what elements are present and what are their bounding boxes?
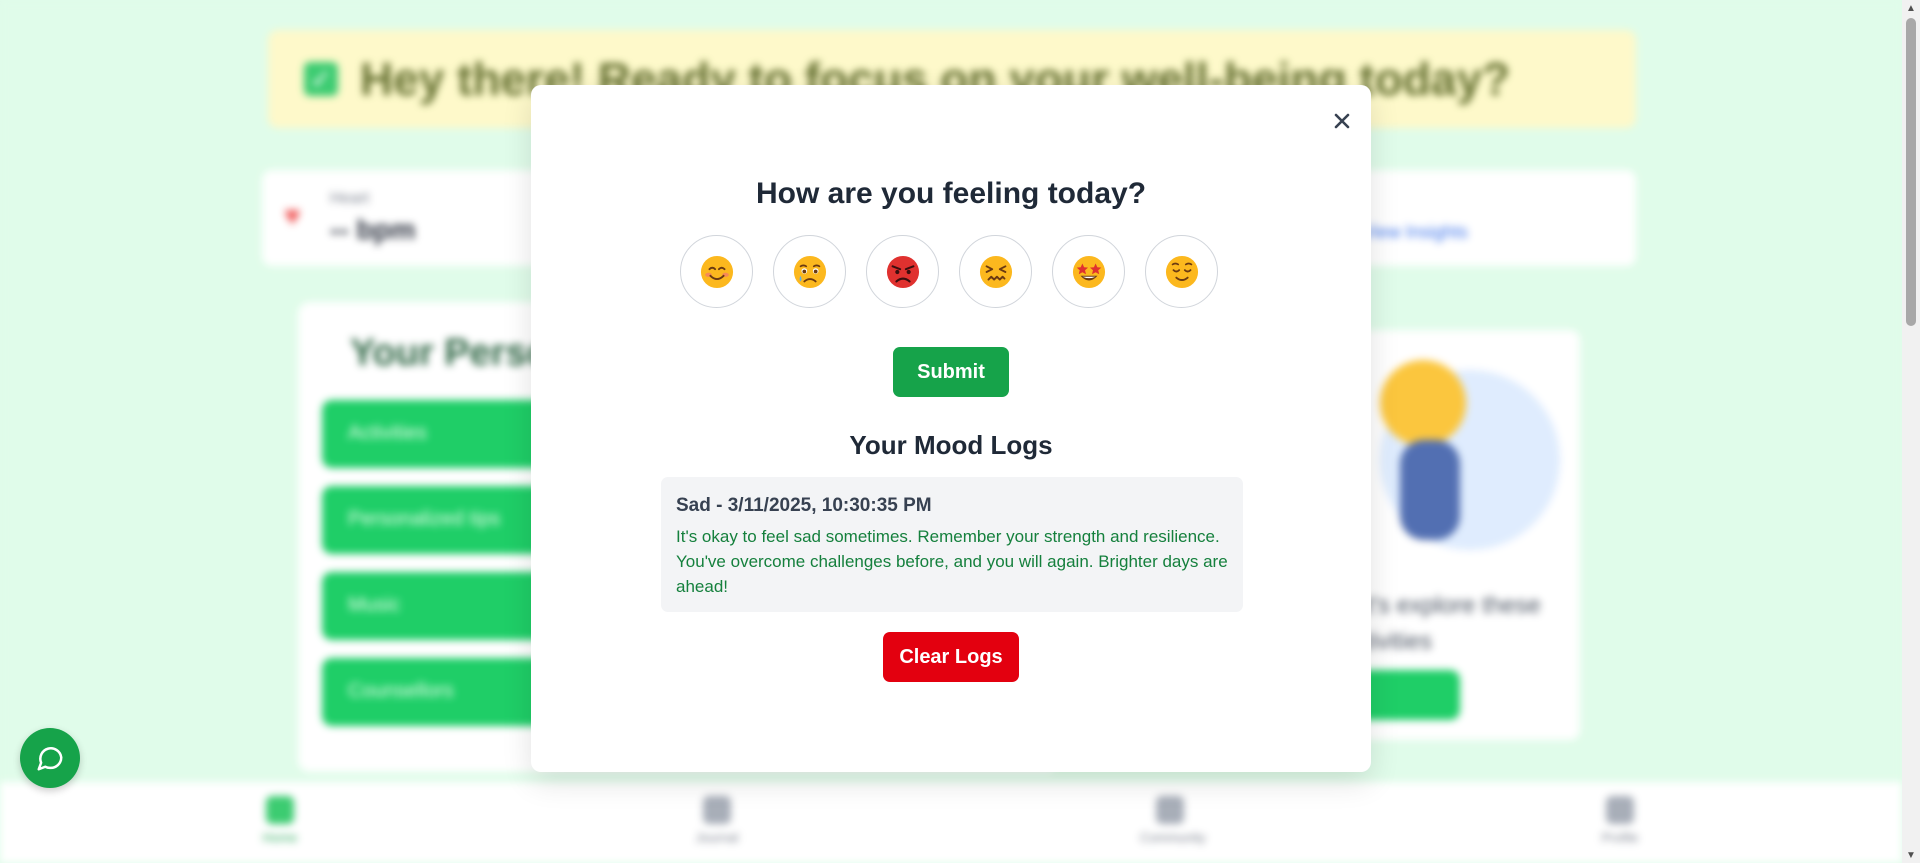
scroll-down-arrow-icon[interactable]: ▼ xyxy=(1902,847,1920,863)
relieved-face-icon xyxy=(1165,255,1198,288)
submit-button[interactable]: Submit xyxy=(893,347,1009,397)
chat-icon xyxy=(37,747,63,771)
mood-angry-button[interactable] xyxy=(866,235,939,308)
mood-log-entry: Sad - 3/11/2025, 10:30:35 PM It's okay t… xyxy=(661,477,1243,612)
confounded-face-icon xyxy=(979,255,1012,288)
close-icon xyxy=(1334,113,1350,129)
scroll-thumb[interactable] xyxy=(1906,18,1916,326)
mood-excited-button[interactable] xyxy=(1052,235,1125,308)
scroll-up-arrow-icon[interactable]: ▲ xyxy=(1902,0,1920,16)
log-message: It's okay to feel sad sometimes. Remembe… xyxy=(676,527,1228,596)
modal-title: How are you feeling today? xyxy=(755,177,1147,210)
mood-sad-button[interactable] xyxy=(773,235,846,308)
log-heading: Sad - 3/11/2025, 10:30:35 PM xyxy=(676,495,932,516)
mood-calm-button[interactable] xyxy=(1145,235,1218,308)
close-button[interactable] xyxy=(1331,110,1353,132)
smiling-face-icon xyxy=(700,255,733,288)
mood-options xyxy=(680,235,1218,308)
angry-face-icon xyxy=(886,255,919,288)
mood-stressed-button[interactable] xyxy=(959,235,1032,308)
clear-logs-button[interactable]: Clear Logs xyxy=(883,632,1019,682)
chat-button[interactable] xyxy=(20,728,80,788)
scrollbar[interactable]: ▲ ▼ xyxy=(1902,0,1920,863)
mood-logs-title: Your Mood Logs xyxy=(849,430,1053,460)
mood-happy-button[interactable] xyxy=(680,235,753,308)
mood-modal: How are you feeling today? Submit Your M… xyxy=(531,85,1371,772)
star-struck-face-icon xyxy=(1072,255,1105,288)
crying-face-icon xyxy=(793,255,826,288)
